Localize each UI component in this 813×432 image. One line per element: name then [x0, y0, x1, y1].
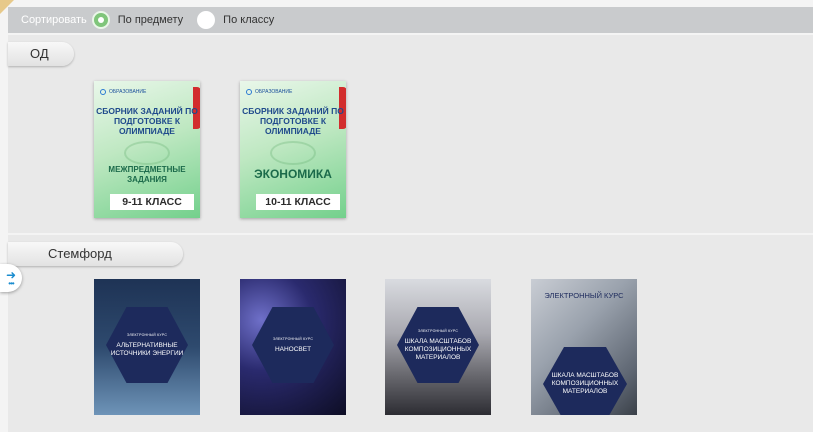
- brand-logo-icon: [246, 89, 252, 95]
- course-title: ШКАЛА МАСШТАБОВ КОМПОЗИЦИОННЫХ МАТЕРИАЛО…: [404, 337, 472, 361]
- cover-hexagon: ЭЛЕКТРОННЫЙ КУРС НАНОСВЕТ: [252, 307, 334, 383]
- course-title: ШКАЛА МАСШТАБОВ КОМПОЗИЦИОННЫХ МАТЕРИАЛО…: [551, 372, 619, 395]
- book-subject: ЭКОНОМИКА: [254, 167, 332, 181]
- book-grade: 9-11 КЛАСС: [110, 194, 194, 210]
- sort-by-subject-radio[interactable]: [91, 11, 110, 29]
- book-title: СБОРНИК ЗАДАНИЙ ПО ПОДГОТОВКЕ К ОЛИМПИАД…: [96, 106, 198, 136]
- course-title: АЛЬТЕРНАТИВНЫЕ ИСТОЧНИКИ ЭНЕРГИИ: [110, 341, 184, 357]
- brand-logo: ОБРАЗОВАНИЕ: [100, 89, 146, 95]
- course-kicker: ЭЛЕКТРОННЫЙ КУРС: [126, 332, 168, 337]
- sort-by-grade-label[interactable]: По классу: [223, 14, 274, 26]
- book-cover-economics[interactable]: ОБРАЗОВАНИЕ СБОРНИК ЗАДАНИЙ ПО ПОДГОТОВК…: [240, 81, 346, 218]
- course-kicker: ЭЛЕКТРОННЫЙ КУРС: [544, 291, 624, 300]
- more-dots-icon: •••: [8, 279, 14, 288]
- cover-hexagon: ЭЛЕКТРОННЫЙ КУРС ШКАЛА МАСШТАБОВ КОМПОЗИ…: [397, 307, 479, 383]
- brand-logo: ОБРАЗОВАНИЕ: [246, 89, 292, 95]
- section-stemford: Стемфорд ЭЛЕКТРОННЫЙ КУРС АЛЬТЕРНАТИВНЫЕ…: [8, 235, 813, 432]
- course-cover-nanosvet[interactable]: ЭЛЕКТРОННЫЙ КУРС НАНОСВЕТ: [240, 279, 346, 415]
- laurel-icon: [124, 141, 170, 165]
- sort-label: Сортировать: [21, 14, 87, 26]
- brand-logo-icon: [100, 89, 106, 95]
- section-title-od[interactable]: ОД: [8, 42, 74, 66]
- book-title: СБОРНИК ЗАДАНИЙ ПО ПОДГОТОВКЕ К ОЛИМПИАД…: [242, 106, 344, 136]
- cover-hexagon: ЭЛЕКТРОННЫЙ КУРС АЛЬТЕРНАТИВНЫЕ ИСТОЧНИК…: [106, 307, 188, 383]
- catalog-frame: Сортировать По предмету По классу ОД ОБР…: [0, 0, 813, 432]
- sort-by-subject-label[interactable]: По предмету: [118, 14, 183, 26]
- sort-by-grade-radio[interactable]: [197, 11, 216, 29]
- course-kicker: ЭЛЕКТРОННЫЙ КУРС: [417, 328, 459, 333]
- book-cover-interdisciplinary[interactable]: ОБРАЗОВАНИЕ СБОРНИК ЗАДАНИЙ ПО ПОДГОТОВК…: [94, 81, 200, 218]
- sort-bar: Сортировать По предмету По классу: [8, 7, 813, 33]
- course-cover-alternative-energy[interactable]: ЭЛЕКТРОННЫЙ КУРС АЛЬТЕРНАТИВНЫЕ ИСТОЧНИК…: [94, 279, 200, 415]
- book-subject: МЕЖПРЕДМЕТНЫЕ ЗАДАНИЯ: [108, 165, 186, 184]
- laurel-icon: [270, 141, 316, 165]
- course-title: НАНОСВЕТ: [274, 345, 312, 353]
- course-kicker: ЭЛЕКТРОННЫЙ КУРС: [272, 336, 314, 341]
- section-title-stemford[interactable]: Стемфорд: [8, 242, 183, 266]
- course-cover-composites-scale-ecourse[interactable]: ЭЛЕКТРОННЫЙ КУРС ШКАЛА МАСШТАБОВ КОМПОЗИ…: [531, 279, 637, 415]
- cover-hexagon: ШКАЛА МАСШТАБОВ КОМПОЗИЦИОННЫХ МАТЕРИАЛО…: [543, 347, 627, 415]
- section-od: ОД ОБРАЗОВАНИЕ СБОРНИК ЗАДАНИЙ ПО ПОДГОТ…: [8, 35, 813, 233]
- course-cover-composites-scale[interactable]: ЭЛЕКТРОННЫЙ КУРС ШКАЛА МАСШТАБОВ КОМПОЗИ…: [385, 279, 491, 415]
- book-grade: 10-11 КЛАСС: [256, 194, 340, 210]
